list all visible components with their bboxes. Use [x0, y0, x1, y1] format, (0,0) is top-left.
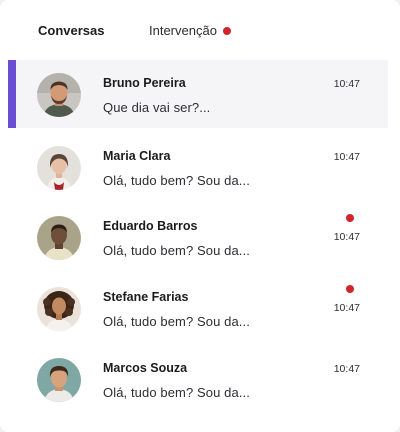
- notification-dot-icon: [223, 27, 231, 35]
- conversation-item[interactable]: Eduardo Barros Olá, tudo bem? Sou da... …: [8, 203, 388, 271]
- message-preview: Olá, tudo bem? Sou da...: [103, 243, 250, 258]
- message-time: 10:47: [333, 363, 360, 375]
- contact-name: Maria Clara: [103, 149, 171, 163]
- contact-name: Stefane Farias: [103, 290, 189, 304]
- avatar: [37, 358, 81, 402]
- conversation-item[interactable]: Stefane Farias Olá, tudo bem? Sou da... …: [8, 274, 388, 342]
- contact-name: Eduardo Barros: [103, 219, 198, 233]
- tab-conversas[interactable]: Conversas: [38, 22, 104, 40]
- contact-name: Bruno Pereira: [103, 76, 186, 90]
- conversations-panel: Conversas Intervenção Bruno Pereira Que …: [0, 0, 400, 432]
- conversation-item[interactable]: Marcos Souza Olá, tudo bem? Sou da... 10…: [8, 345, 388, 413]
- message-preview: Olá, tudo bem? Sou da...: [103, 314, 250, 329]
- contact-name: Marcos Souza: [103, 361, 188, 375]
- message-preview: Olá, tudo bem? Sou da...: [103, 173, 250, 188]
- message-time: 10:47: [333, 151, 360, 163]
- avatar: [37, 216, 81, 260]
- tab-bar: Conversas Intervenção: [0, 0, 400, 60]
- avatar: [37, 287, 81, 331]
- selected-indicator: [8, 60, 16, 128]
- conversation-item[interactable]: Bruno Pereira Que dia vai ser?... 10:47: [8, 60, 388, 128]
- conversation-item[interactable]: Maria Clara Olá, tudo bem? Sou da... 10:…: [8, 133, 388, 201]
- message-time: 10:47: [333, 78, 360, 90]
- message-time: 10:47: [333, 231, 360, 243]
- avatar: [37, 146, 81, 190]
- unread-dot-icon: [346, 285, 354, 293]
- avatar: [37, 73, 81, 117]
- message-time: 10:47: [333, 302, 360, 314]
- unread-dot-icon: [346, 214, 354, 222]
- message-preview: Que dia vai ser?...: [103, 100, 211, 115]
- message-preview: Olá, tudo bem? Sou da...: [103, 385, 250, 400]
- tab-intervencao[interactable]: Intervenção: [149, 22, 217, 40]
